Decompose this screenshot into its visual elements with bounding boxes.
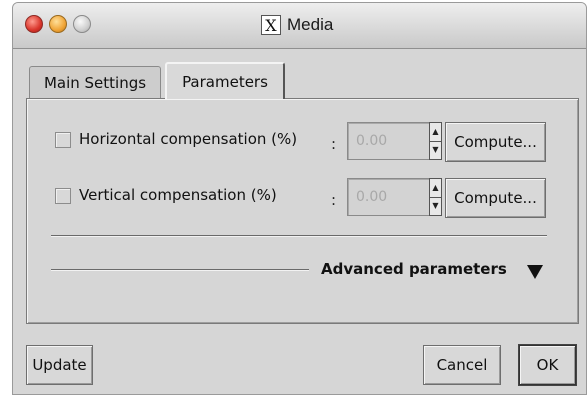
update-button[interactable]: Update [26, 345, 93, 385]
horizontal-value-input[interactable]: 0.00 [347, 122, 434, 160]
close-icon[interactable] [25, 15, 43, 33]
ok-button[interactable]: OK [519, 345, 576, 385]
spin-down-icon[interactable]: ▼ [430, 142, 441, 160]
vertical-compute-button[interactable]: Compute... [445, 178, 546, 218]
title-bar[interactable]: X Media [13, 3, 586, 49]
disclosure-triangle-icon[interactable] [527, 265, 543, 279]
x11-icon: X [261, 15, 281, 35]
spin-up-icon[interactable]: ▲ [430, 123, 441, 142]
tab-parameters[interactable]: Parameters [165, 62, 285, 99]
spin-up-icon[interactable]: ▲ [430, 179, 441, 198]
vertical-label: Vertical compensation (%) [79, 186, 277, 204]
maximize-icon[interactable] [73, 15, 91, 33]
horizontal-colon: : [331, 135, 337, 153]
separator [51, 235, 547, 237]
advanced-parameters-label[interactable]: Advanced parameters [321, 260, 507, 278]
advanced-separator [51, 269, 309, 271]
vertical-value-input[interactable]: 0.00 [347, 178, 434, 216]
media-window: X Media Main Settings Parameters Horizon… [12, 2, 587, 395]
vertical-checkbox[interactable] [55, 188, 71, 204]
tab-main-settings[interactable]: Main Settings [29, 66, 161, 98]
horizontal-compute-button[interactable]: Compute... [445, 122, 546, 162]
horizontal-spinner[interactable]: ▲ ▼ [429, 122, 442, 160]
spin-down-icon[interactable]: ▼ [430, 198, 441, 216]
vertical-colon: : [331, 191, 337, 209]
minimize-icon[interactable] [49, 15, 67, 33]
horizontal-checkbox[interactable] [55, 132, 71, 148]
horizontal-label: Horizontal compensation (%) [79, 130, 298, 148]
parameters-panel: Horizontal compensation (%) : 0.00 ▲ ▼ C… [26, 98, 579, 324]
window-title-wrap: X Media [261, 14, 333, 36]
vertical-spinner[interactable]: ▲ ▼ [429, 178, 442, 216]
cancel-button[interactable]: Cancel [423, 345, 501, 385]
window-title: Media [287, 15, 334, 34]
